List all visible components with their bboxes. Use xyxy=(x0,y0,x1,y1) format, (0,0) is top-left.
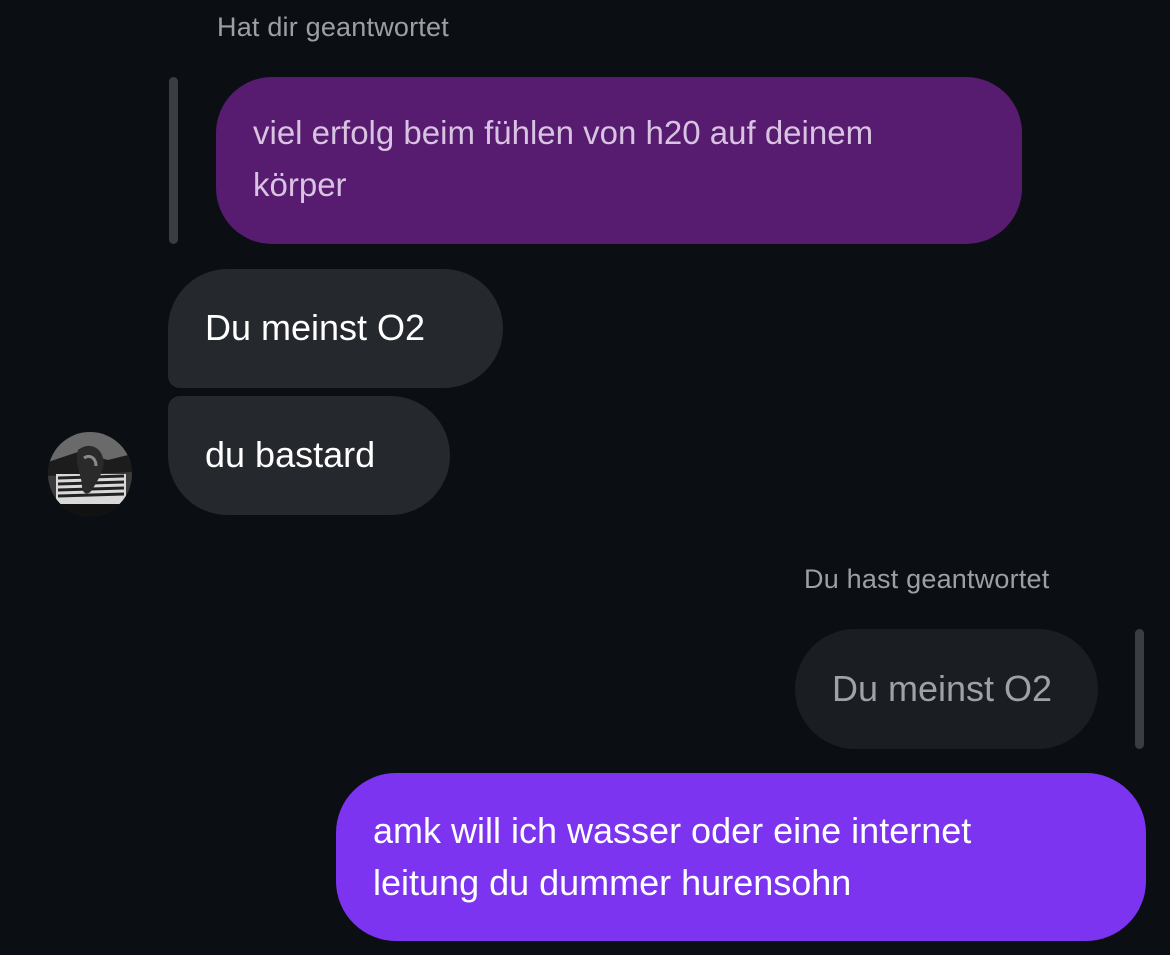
reply-caption-incoming: Hat dir geantwortet xyxy=(217,12,449,42)
reply-caption-outgoing: Du hast geantwortet xyxy=(804,564,1050,594)
incoming-message-bubble[interactable]: du bastard xyxy=(168,396,450,515)
message-line: leitung du dummer hurensohn xyxy=(373,862,852,903)
message-text: du bastard xyxy=(205,434,376,475)
quoted-message-bubble[interactable]: viel erfolg beim fühlen von h20 auf dein… xyxy=(216,77,1022,244)
incoming-message-bubble[interactable]: Du meinst O2 xyxy=(168,269,503,388)
avatar-photo xyxy=(48,432,132,516)
message-line: amk will ich wasser oder eine internet xyxy=(373,810,972,851)
reply-indicator-bar xyxy=(1135,629,1144,749)
outgoing-message-bubble[interactable]: amk will ich wasser oder eine internet l… xyxy=(336,773,1146,941)
reply-indicator-bar xyxy=(169,77,178,244)
quoted-message-line: viel erfolg beim fühlen von h20 auf dein… xyxy=(253,114,874,151)
quoted-message-text: Du meinst O2 xyxy=(832,668,1053,709)
quoted-message-line: körper xyxy=(253,166,347,203)
message-text: Du meinst O2 xyxy=(205,307,426,348)
contact-avatar[interactable] xyxy=(48,432,132,516)
quoted-message-bubble[interactable]: Du meinst O2 xyxy=(795,629,1098,749)
